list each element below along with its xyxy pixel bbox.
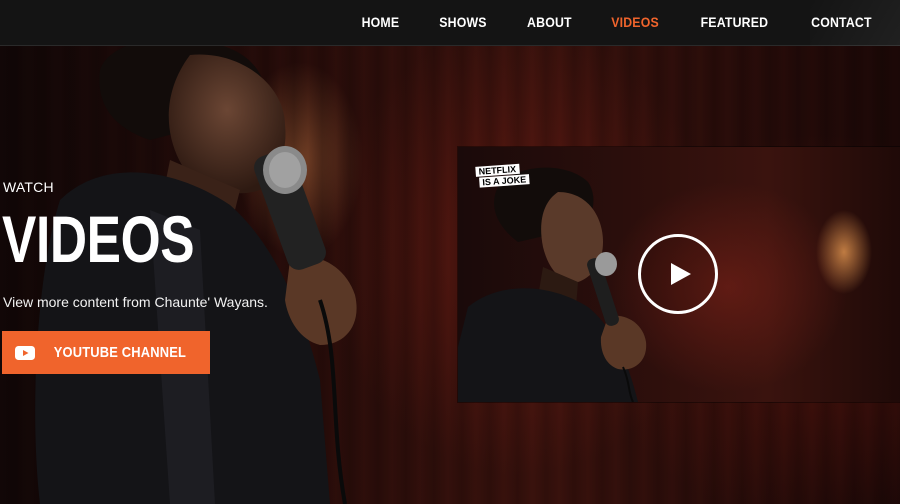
top-navbar: HOME SHOWS ABOUT VIDEOS FEATURED CONTACT [0,0,900,46]
nav-featured[interactable]: FEATURED [701,14,769,30]
nav-about[interactable]: ABOUT [527,14,572,30]
hero-eyebrow: WATCH [3,179,54,195]
nav-shows[interactable]: SHOWS [439,14,486,30]
main-nav: HOME SHOWS ABOUT VIDEOS FEATURED CONTACT [359,0,876,46]
badge-line-2: IS A JOKE [479,174,530,188]
youtube-icon [15,345,36,360]
nav-videos[interactable]: VIDEOS [612,14,660,30]
play-icon [671,263,691,285]
play-button[interactable] [638,234,718,314]
nav-home[interactable]: HOME [361,14,399,30]
netflix-is-a-joke-badge: NETFLIX IS A JOKE [475,163,530,189]
youtube-channel-button[interactable]: YOUTUBE CHANNEL [2,331,210,374]
video-thumbnail[interactable]: NETFLIX IS A JOKE [458,147,900,402]
page-title: VIDEOS [2,202,195,276]
hero-subtext: View more content from Chaunte' Wayans. [3,294,268,310]
youtube-channel-label: YOUTUBE CHANNEL [53,344,187,361]
nav-contact[interactable]: CONTACT [811,14,872,30]
